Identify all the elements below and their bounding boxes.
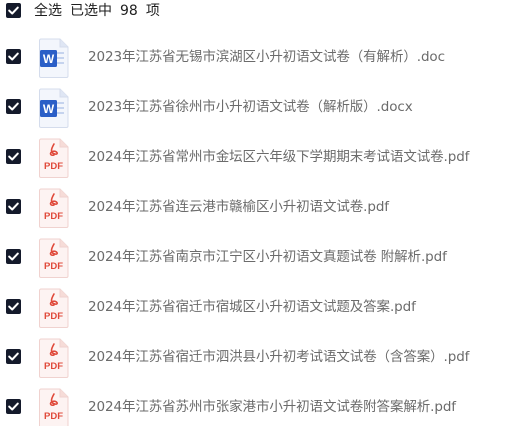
file-name[interactable]: 2024年江苏省常州市金坛区六年级下学期期末考试语文试卷.pdf xyxy=(88,146,469,168)
file-row[interactable]: PDF 2024年江苏省苏州市张家港市小升初语文试卷附答案解析.pdf xyxy=(0,384,514,426)
pdf-file-icon: PDF xyxy=(39,238,69,278)
file-checkbox[interactable] xyxy=(6,49,21,64)
file-checkbox[interactable] xyxy=(6,399,21,414)
file-row[interactable]: W 2023年江苏省徐州市小升初语文试卷（解析版）.docx xyxy=(0,84,514,134)
file-name[interactable]: 2024年江苏省南京市江宁区小升初语文真题试卷 附解析.pdf xyxy=(88,246,447,268)
file-checkbox[interactable] xyxy=(6,199,21,214)
file-name[interactable]: 2024年江苏省宿迁市宿城区小升初语文试题及答案.pdf xyxy=(88,296,416,318)
checkmark-icon xyxy=(8,302,19,311)
pdf-file-icon: PDF xyxy=(39,288,69,328)
unit-label: 项 xyxy=(145,3,160,19)
file-checkbox[interactable] xyxy=(6,99,21,114)
checkmark-icon xyxy=(8,152,19,161)
word-icon-letter: W xyxy=(43,102,55,116)
select-all-label[interactable]: 全选 xyxy=(34,3,62,19)
file-list: W 2023年江苏省无锡市滨湖区小升初语文试卷（有解析）.doc W 2023年江苏省… xyxy=(0,34,514,426)
file-type-icon: PDF xyxy=(38,238,70,278)
file-type-icon: PDF xyxy=(38,388,70,426)
selected-label: 已选中 xyxy=(70,3,112,19)
file-name[interactable]: 2024年江苏省宿迁市泗洪县小升初考试语文试卷（含答案）.pdf xyxy=(88,346,469,368)
file-checkbox[interactable] xyxy=(6,299,21,314)
selection-summary: 全选 已选中 98 项 xyxy=(34,0,168,22)
word-file-icon: W xyxy=(39,88,69,128)
file-name[interactable]: 2024年江苏省连云港市赣榆区小升初语文试卷.pdf xyxy=(88,196,389,218)
file-row[interactable]: PDF 2024年江苏省连云港市赣榆区小升初语文试卷.pdf xyxy=(0,184,514,234)
file-type-icon: W xyxy=(38,88,70,128)
pdf-file-icon: PDF xyxy=(39,338,69,378)
checkmark-icon xyxy=(8,352,19,361)
file-row[interactable]: PDF 2024年江苏省宿迁市宿城区小升初语文试题及答案.pdf xyxy=(0,284,514,334)
pdf-icon-label: PDF xyxy=(44,361,63,372)
pdf-icon-label: PDF xyxy=(44,161,63,172)
checkmark-icon xyxy=(8,252,19,261)
file-row[interactable]: W 2023年江苏省无锡市滨湖区小升初语文试卷（有解析）.doc xyxy=(0,34,514,84)
file-type-icon: W xyxy=(38,38,70,78)
file-name[interactable]: 2023年江苏省无锡市滨湖区小升初语文试卷（有解析）.doc xyxy=(88,46,445,68)
select-all-checkbox[interactable] xyxy=(6,3,21,18)
checkmark-icon xyxy=(8,6,19,15)
file-type-icon: PDF xyxy=(38,288,70,328)
selection-header: 全选 已选中 98 项 xyxy=(0,0,514,24)
file-name[interactable]: 2024年江苏省苏州市张家港市小升初语文试卷附答案解析.pdf xyxy=(88,396,456,418)
pdf-icon-label: PDF xyxy=(44,411,63,422)
word-file-icon: W xyxy=(39,38,69,78)
file-type-icon: PDF xyxy=(38,138,70,178)
checkmark-icon xyxy=(8,202,19,211)
file-checkbox[interactable] xyxy=(6,249,21,264)
pdf-file-icon: PDF xyxy=(39,188,69,228)
selected-count: 98 xyxy=(120,3,138,19)
word-icon-letter: W xyxy=(43,52,55,66)
checkmark-icon xyxy=(8,402,19,411)
pdf-icon-label: PDF xyxy=(44,311,63,322)
checkmark-icon xyxy=(8,102,19,111)
file-checkbox[interactable] xyxy=(6,349,21,364)
file-row[interactable]: PDF 2024年江苏省常州市金坛区六年级下学期期末考试语文试卷.pdf xyxy=(0,134,514,184)
file-row[interactable]: PDF 2024年江苏省南京市江宁区小升初语文真题试卷 附解析.pdf xyxy=(0,234,514,284)
file-type-icon: PDF xyxy=(38,338,70,378)
file-name[interactable]: 2023年江苏省徐州市小升初语文试卷（解析版）.docx xyxy=(88,96,413,118)
pdf-file-icon: PDF xyxy=(39,138,69,178)
pdf-icon-label: PDF xyxy=(44,261,63,272)
file-row[interactable]: PDF 2024年江苏省宿迁市泗洪县小升初考试语文试卷（含答案）.pdf xyxy=(0,334,514,384)
pdf-file-icon: PDF xyxy=(39,388,69,426)
file-checkbox[interactable] xyxy=(6,149,21,164)
pdf-icon-label: PDF xyxy=(44,211,63,222)
file-type-icon: PDF xyxy=(38,188,70,228)
checkmark-icon xyxy=(8,52,19,61)
file-selection-page: 全选 已选中 98 项 W 2023年江苏省无锡市滨湖区小升初语文试卷（有解析）.doc… xyxy=(0,0,514,426)
